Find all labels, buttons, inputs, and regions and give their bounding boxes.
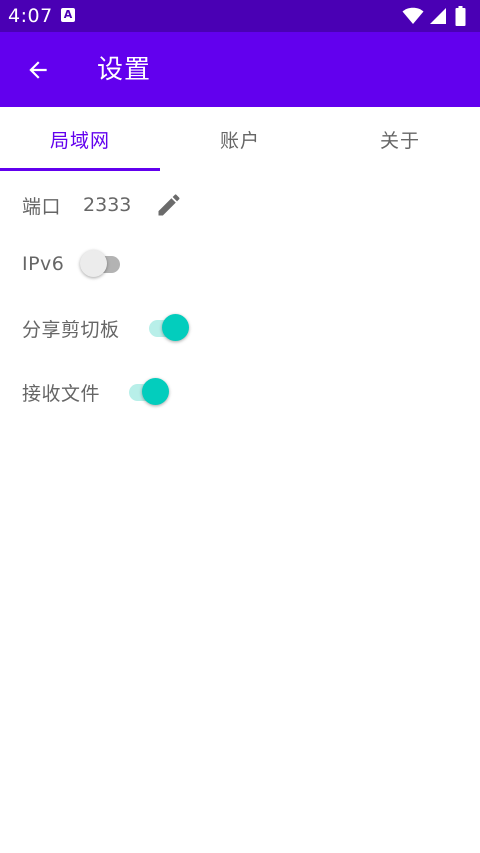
ipv6-row: IPv6 (22, 240, 124, 288)
wifi-icon (402, 7, 424, 25)
receive-files-toggle-thumb (142, 378, 170, 405)
pencil-icon (158, 194, 180, 216)
ipv6-toggle[interactable] (80, 250, 124, 278)
share-clipboard-toggle[interactable] (145, 314, 189, 342)
app-bar: 设置 (0, 32, 480, 107)
status-bar: 4:07 A (0, 0, 480, 32)
port-row: 端口 2333 (22, 181, 183, 229)
port-label: 端口 (22, 195, 62, 218)
port-value: 2333 (83, 194, 132, 216)
status-time: 4:07 (8, 5, 53, 27)
arrow-back-icon (29, 61, 47, 79)
ipv6-label: IPv6 (22, 253, 65, 275)
receive-files-toggle[interactable] (125, 378, 170, 406)
receive-files-row: 接收文件 (22, 368, 170, 416)
back-button[interactable] (14, 46, 62, 94)
notification-icon: A (61, 8, 75, 22)
share-clipboard-toggle-thumb (161, 314, 189, 341)
tab-bar: 局域网 账户 关于 (0, 107, 480, 171)
tab-indicator (0, 168, 160, 171)
edit-port-button[interactable] (155, 191, 183, 219)
status-icons (402, 6, 472, 26)
receive-files-label: 接收文件 (22, 382, 101, 405)
page-title: 设置 (97, 55, 152, 85)
battery-icon (455, 6, 466, 26)
share-clipboard-label: 分享剪切板 (22, 318, 120, 341)
tab-account[interactable]: 账户 (160, 107, 320, 171)
tab-about[interactable]: 关于 (320, 107, 480, 171)
cellular-signal-icon (430, 8, 446, 24)
share-clipboard-row: 分享剪切板 (22, 304, 189, 352)
tab-lan[interactable]: 局域网 (0, 107, 160, 171)
